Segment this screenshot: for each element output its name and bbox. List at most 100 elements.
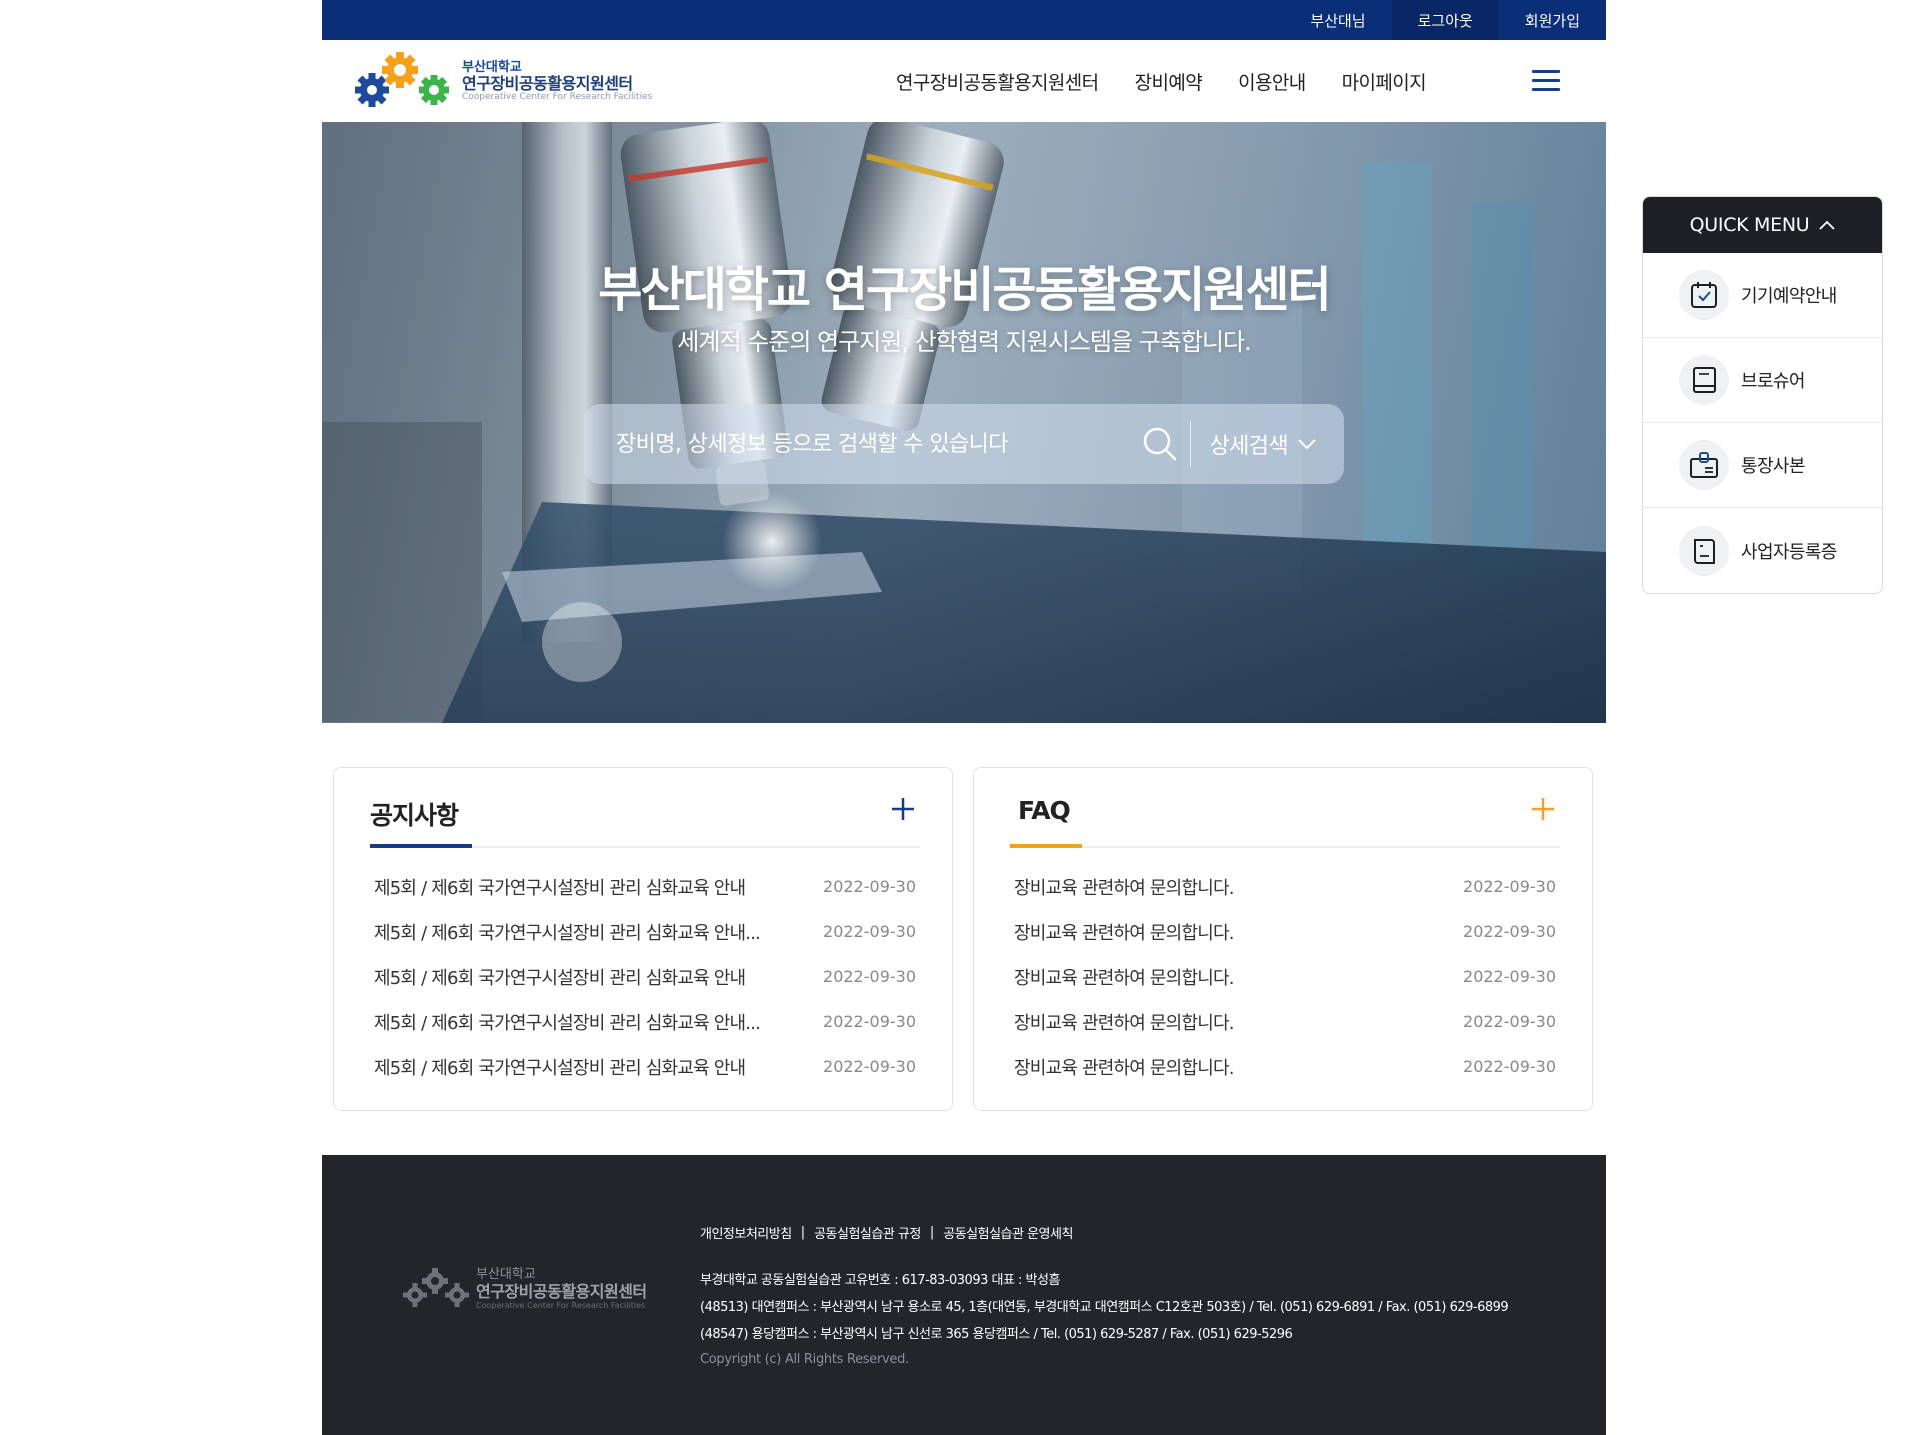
user-name-link[interactable]: 부산대님 — [1284, 0, 1391, 40]
hero-subtitle: 세계적 수준의 연구지원, 산학협력 지원시스템을 구축합니다. — [677, 328, 1251, 356]
quick-item-label: 브로슈어 — [1741, 371, 1805, 392]
utility-bar: 부산대님 로그아웃 회원가입 — [322, 0, 1606, 40]
nav-item-center[interactable]: 연구장비공동활용지원센터 — [896, 68, 1099, 95]
search-button[interactable] — [1130, 404, 1190, 484]
notice-row-date: 2022-09-30 — [823, 922, 916, 941]
chevron-down-icon — [1298, 439, 1316, 450]
faq-row-date: 2022-09-30 — [1463, 877, 1556, 896]
nav-item-reservation[interactable]: 장비예약 — [1135, 68, 1203, 95]
faq-row-title: 장비교육 관련하여 문의합니다. — [1014, 922, 1234, 944]
privacy-policy-link[interactable]: 개인정보처리방침 — [700, 1223, 792, 1242]
logout-link[interactable]: 로그아웃 — [1391, 0, 1499, 40]
notice-row-title: 제5회 / 제6회 국가연구시설장비 관리 심화교육 안내 — [374, 877, 746, 899]
faq-row-title: 장비교육 관련하여 문의합니다. — [1014, 1057, 1234, 1079]
notice-row-title: 제5회 / 제6회 국가연구시설장비 관리 심화교육 안내 — [374, 1057, 746, 1079]
quick-item-label: 통장사본 — [1741, 456, 1805, 477]
faq-row-title: 장비교육 관련하여 문의합니다. — [1014, 967, 1234, 989]
notice-row-title: 제5회 / 제6회 국가연구시설장비 관리 심화교육 안내 — [374, 967, 746, 989]
quick-menu-toggle[interactable]: QUICK MENU — [1643, 197, 1882, 253]
faq-row-title: 장비교육 관련하여 문의합니다. — [1014, 877, 1234, 899]
footer-info-line: (48513) 대연캠퍼스 : 부산광역시 남구 용소로 45, 1층(대연동,… — [700, 1300, 1509, 1315]
notice-row-title: 제5회 / 제6회 국가연구시설장비 관리 심화교육 안내... — [374, 1012, 761, 1034]
hero-banner: 부산대학교 연구장비공동활용지원센터 세계적 수준의 연구지원, 산학협력 지원… — [322, 122, 1606, 723]
notice-row-date: 2022-09-30 — [823, 877, 916, 896]
faq-panel-header: FAQ — [1010, 768, 1560, 848]
faq-row-date: 2022-09-30 — [1463, 967, 1556, 986]
faq-title: FAQ — [1018, 796, 1071, 825]
notice-row-title: 제5회 / 제6회 국가연구시설장비 관리 심화교육 안내... — [374, 922, 761, 944]
search-input[interactable] — [584, 404, 1131, 484]
lab-operating-rules-link[interactable]: 공동실험실습관 운영세칙 — [943, 1223, 1073, 1242]
quick-item-business-registration[interactable]: 사업자등록증 — [1643, 508, 1882, 593]
notice-row[interactable]: 제5회 / 제6회 국가연구시설장비 관리 심화교육 안내 2022-09-30 — [370, 864, 920, 909]
main-nav: 연구장비공동활용지원센터 장비예약 이용안내 마이페이지 — [896, 40, 1462, 122]
site-logo[interactable]: 부산대학교 연구장비공동활용지원센터 Cooperative Center Fo… — [352, 50, 662, 114]
detail-search-label: 상세검색 — [1209, 434, 1288, 459]
calendar-check-icon — [1679, 270, 1729, 320]
faq-row-date: 2022-09-30 — [1463, 922, 1556, 941]
faq-row-date: 2022-09-30 — [1463, 1057, 1556, 1076]
hero-search-box: 상세검색 — [584, 404, 1344, 484]
notice-row[interactable]: 제5회 / 제6회 국가연구시설장비 관리 심화교육 안내... 2022-09-… — [370, 909, 920, 954]
quick-item-reservation-guide[interactable]: 기기예약안내 — [1643, 253, 1882, 338]
logo-university: 부산대학교 — [462, 60, 522, 76]
faq-panel: FAQ 장비교육 관련하여 문의합니다. 2022-09-30 장비교육 관련하여… — [973, 767, 1593, 1111]
footer-logo-university: 부산대학교 — [476, 1266, 536, 1282]
footer-info-line: (48547) 용당캠퍼스 : 부산광역시 남구 신선로 365 용당캠퍼스 /… — [700, 1327, 1293, 1342]
lab-regulations-link[interactable]: 공동실험실습관 규정 — [814, 1223, 921, 1242]
nav-item-mypage[interactable]: 마이페이지 — [1342, 68, 1427, 95]
notice-title: 공지사항 — [370, 801, 459, 830]
footer-link-separator: | — [800, 1225, 806, 1240]
footer-links: 개인정보처리방침 | 공동실험실습관 규정 | 공동실험실습관 운영세칙 — [700, 1223, 1073, 1242]
faq-row-date: 2022-09-30 — [1463, 1012, 1556, 1031]
footer-logo-center-name: 연구장비공동활용지원센터 — [476, 1281, 647, 1301]
notice-panel: 공지사항 제5회 / 제6회 국가연구시설장비 관리 심화교육 안내 2022-0… — [333, 767, 953, 1111]
nav-item-guide[interactable]: 이용안내 — [1238, 68, 1306, 95]
detail-search-button[interactable]: 상세검색 — [1191, 404, 1344, 484]
quick-item-bankbook[interactable]: 통장사본 — [1643, 423, 1882, 508]
footer-link-separator: | — [929, 1225, 935, 1240]
notice-title-underline — [370, 844, 472, 848]
quick-item-label: 기기예약안내 — [1741, 286, 1837, 307]
search-icon — [1144, 427, 1177, 461]
logo-center-name: 연구장비공동활용지원센터 — [462, 74, 633, 94]
quick-menu-title: QUICK MENU — [1689, 214, 1810, 236]
notice-row[interactable]: 제5회 / 제6회 국가연구시설장비 관리 심화교육 안내 2022-09-30 — [370, 954, 920, 999]
hamburger-menu-icon[interactable] — [1532, 70, 1560, 92]
gears-logo-icon — [355, 52, 449, 107]
footer-info-line: 부경대학교 공동실험실습관 고유번호 : 617-83-03093 대표 : 박… — [700, 1273, 1060, 1288]
footer-info: 부경대학교 공동실험실습관 고유번호 : 617-83-03093 대표 : 박… — [700, 1267, 1509, 1348]
footer-logo: 부산대학교 연구장비공동활용지원센터 Cooperative Center Fo… — [402, 1267, 647, 1311]
notice-row-date: 2022-09-30 — [823, 1057, 916, 1076]
footer-copyright: Copyright (c) All Rights Reserved. — [700, 1352, 909, 1367]
quick-menu: QUICK MENU 기기예약안내 브로슈어 통장사본 사업자등록증 — [1642, 196, 1883, 594]
faq-row-title: 장비교육 관련하여 문의합니다. — [1014, 1012, 1234, 1034]
notice-row-date: 2022-09-30 — [823, 1012, 916, 1031]
quick-item-label: 사업자등록증 — [1741, 541, 1837, 563]
notice-row[interactable]: 제5회 / 제6회 국가연구시설장비 관리 심화교육 안내 2022-09-30 — [370, 1044, 920, 1089]
notice-panel-header: 공지사항 — [370, 768, 920, 848]
quick-item-brochure[interactable]: 브로슈어 — [1643, 338, 1882, 423]
notice-row-date: 2022-09-30 — [823, 967, 916, 986]
hero-title: 부산대학교 연구장비공동활용지원센터 — [598, 262, 1331, 318]
faq-row[interactable]: 장비교육 관련하여 문의합니다. 2022-09-30 — [1010, 954, 1560, 999]
faq-row[interactable]: 장비교육 관련하여 문의합니다. 2022-09-30 — [1010, 1044, 1560, 1089]
certificate-icon — [1679, 525, 1729, 576]
signup-link[interactable]: 회원가입 — [1499, 0, 1606, 40]
logo-english-name: Cooperative Center For Research Faciliti… — [462, 92, 653, 102]
notice-row[interactable]: 제5회 / 제6회 국가연구시설장비 관리 심화교육 안내... 2022-09-… — [370, 999, 920, 1044]
utility-links: 부산대님 로그아웃 회원가입 — [1284, 0, 1606, 40]
faq-row[interactable]: 장비교육 관련하여 문의합니다. 2022-09-30 — [1010, 864, 1560, 909]
footer-logo-english-name: Cooperative Center For Research Faciliti… — [476, 1301, 646, 1311]
site-header: 부산대학교 연구장비공동활용지원센터 Cooperative Center Fo… — [322, 40, 1606, 122]
site-footer: 부산대학교 연구장비공동활용지원센터 Cooperative Center Fo… — [322, 1155, 1606, 1435]
faq-more-plus-icon[interactable] — [1530, 796, 1556, 822]
chevron-up-icon — [1819, 220, 1836, 230]
faq-row[interactable]: 장비교육 관련하여 문의합니다. 2022-09-30 — [1010, 909, 1560, 954]
faq-row[interactable]: 장비교육 관련하여 문의합니다. 2022-09-30 — [1010, 999, 1560, 1044]
book-icon — [1679, 355, 1729, 405]
gears-logo-icon — [403, 1268, 469, 1307]
notice-more-plus-icon[interactable] — [890, 796, 916, 822]
faq-title-underline — [1010, 844, 1082, 848]
notice-list: 제5회 / 제6회 국가연구시설장비 관리 심화교육 안내 2022-09-30 … — [370, 864, 920, 1089]
